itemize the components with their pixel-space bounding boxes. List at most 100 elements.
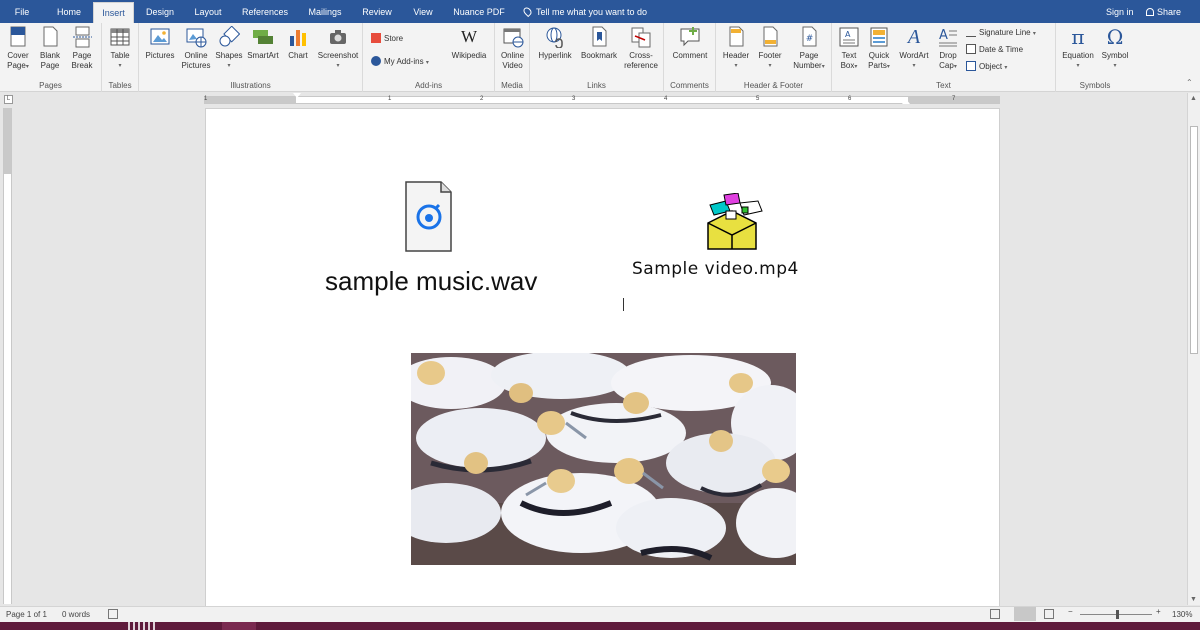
footer-icon — [759, 26, 781, 48]
screenshot-button[interactable]: Screenshot ▾ — [315, 26, 361, 71]
quick-parts-button[interactable]: Quick Parts▾ — [864, 26, 894, 72]
vertical-ruler[interactable] — [3, 108, 12, 604]
cross-reference-icon — [630, 26, 652, 48]
ruler-track: 1 1 2 3 4 5 6 7 — [204, 96, 1000, 104]
tab-mailings[interactable]: Mailings — [302, 0, 348, 23]
tab-design[interactable]: Design — [140, 0, 180, 23]
wordart-button[interactable]: A WordArt ▾ — [895, 26, 933, 71]
tab-nuance-pdf[interactable]: Nuance PDF — [448, 0, 510, 23]
taskbar-word-icon[interactable] — [222, 622, 256, 630]
my-addins-button[interactable]: My Add-ins ▾ — [371, 55, 429, 69]
sign-in-link[interactable]: Sign in — [1106, 0, 1134, 23]
scrollbar-thumb[interactable] — [1190, 126, 1198, 354]
pictures-button[interactable]: Pictures — [143, 26, 177, 61]
group-pages: Cover Page▾ Blank Page Page Break Pages — [0, 23, 102, 92]
tab-file[interactable]: File — [6, 0, 38, 23]
cover-page-icon — [7, 26, 29, 48]
smartart-button[interactable]: SmartArt — [245, 26, 281, 61]
share-button[interactable]: Share — [1146, 0, 1181, 23]
blank-page-icon — [39, 26, 61, 48]
web-layout-icon[interactable] — [1044, 609, 1054, 619]
page-number-button[interactable]: # Page Number▾ — [788, 26, 830, 72]
text-box-icon: A — [838, 26, 860, 48]
cross-reference-button[interactable]: Cross-reference — [621, 26, 661, 71]
tab-review[interactable]: Review — [356, 0, 398, 23]
svg-text:#: # — [806, 34, 814, 44]
taskbar-app-icon[interactable] — [128, 622, 156, 630]
tell-me-search[interactable]: Tell me what you want to do — [521, 0, 647, 23]
chart-button[interactable]: Chart — [283, 26, 313, 61]
collapse-ribbon-icon[interactable]: ⌃ — [1186, 78, 1193, 87]
group-addins: Store My Add-ins ▾ W Wikipedia Add-ins — [363, 23, 495, 92]
read-mode-icon[interactable] — [990, 609, 1000, 619]
hyperlink-icon — [544, 26, 566, 49]
drop-cap-icon: A — [937, 26, 959, 48]
comment-icon — [679, 26, 701, 48]
cover-page-button[interactable]: Cover Page▾ — [3, 26, 33, 72]
text-box-button[interactable]: A Text Box▾ — [834, 26, 864, 72]
online-pictures-button[interactable]: Online Pictures — [179, 26, 213, 71]
proofing-icon[interactable] — [108, 609, 118, 619]
page-number-icon: # — [798, 26, 820, 48]
group-media: Online Video Media — [495, 23, 530, 92]
zoom-in-icon[interactable]: + — [1156, 607, 1161, 616]
page-count[interactable]: Page 1 of 1 — [6, 610, 47, 619]
right-indent-marker[interactable] — [902, 99, 910, 104]
symbol-button[interactable]: Ω Symbol ▾ — [1098, 26, 1132, 71]
chart-icon — [287, 26, 309, 48]
footer-button[interactable]: Footer ▾ — [753, 26, 787, 71]
zoom-out-icon[interactable]: − — [1068, 607, 1073, 616]
signature-line-button[interactable]: Signature Line ▾ — [966, 26, 1036, 40]
store-button[interactable]: Store — [371, 32, 403, 46]
object-button[interactable]: Object ▾ — [966, 60, 1007, 74]
zoom-slider-thumb[interactable] — [1116, 610, 1119, 619]
blank-page-button[interactable]: Blank Page — [35, 26, 65, 71]
shapes-button[interactable]: Shapes ▾ — [214, 25, 244, 71]
group-header-footer: Header ▾ Footer ▾ # Page Number▾ Header & F… — [716, 23, 832, 92]
document-page[interactable]: sample music.wav Sample video.mp4 — [205, 108, 1000, 606]
online-video-button[interactable]: Online Video — [497, 26, 528, 71]
package-icon — [707, 193, 763, 250]
table-icon — [109, 26, 131, 48]
wikipedia-button[interactable]: W Wikipedia — [447, 26, 491, 61]
online-video-icon — [502, 26, 524, 48]
person-icon — [1146, 8, 1154, 16]
first-line-indent-marker[interactable] — [293, 93, 301, 98]
horizontal-ruler[interactable]: L 1 1 2 3 4 5 6 7 — [0, 93, 1200, 107]
header-icon — [725, 26, 747, 48]
wikipedia-icon: W — [460, 27, 478, 46]
table-button[interactable]: Table ▾ — [105, 26, 135, 71]
tab-insert[interactable]: Insert — [93, 2, 134, 23]
header-button[interactable]: Header ▾ — [719, 26, 753, 71]
date-time-button[interactable]: Date & Time — [966, 43, 1023, 57]
tab-selector-icon[interactable]: L — [4, 95, 13, 104]
online-pictures-icon — [185, 26, 207, 48]
scroll-up-icon[interactable]: ▲ — [1190, 95, 1197, 102]
word-count[interactable]: 0 words — [62, 610, 90, 619]
tab-layout[interactable]: Layout — [188, 0, 228, 23]
equation-button[interactable]: π Equation ▾ — [1058, 26, 1098, 71]
store-icon — [371, 33, 381, 43]
hyperlink-button[interactable]: Hyperlink — [534, 26, 576, 61]
screenshot-icon — [327, 26, 349, 48]
group-symbols: π Equation ▾ Ω Symbol ▾ Symbols — [1056, 23, 1134, 92]
tab-view[interactable]: View — [406, 0, 440, 23]
wordart-icon: A — [907, 26, 921, 48]
group-illustrations: Pictures Online Pictures Shapes ▾ SmartArt… — [139, 23, 363, 92]
zoom-level[interactable]: 130% — [1172, 610, 1192, 619]
audio-caption: sample music.wav — [325, 266, 538, 296]
taskbar — [0, 622, 1200, 630]
drop-cap-button[interactable]: A Drop Cap▾ — [933, 26, 963, 72]
tab-home[interactable]: Home — [50, 0, 88, 23]
scroll-down-icon[interactable]: ▼ — [1190, 596, 1197, 603]
tab-references[interactable]: References — [236, 0, 294, 23]
vertical-scrollbar[interactable]: ▲ ▼ — [1187, 93, 1200, 605]
gannets-photo[interactable] — [411, 353, 796, 565]
calendar-icon — [966, 44, 976, 54]
bookmark-button[interactable]: Bookmark — [578, 26, 620, 61]
page-break-button[interactable]: Page Break — [67, 26, 97, 71]
comment-button[interactable]: Comment — [668, 26, 712, 61]
pictures-icon — [149, 26, 171, 48]
group-comments: Comment Comments — [664, 23, 716, 92]
print-layout-icon[interactable] — [1014, 607, 1036, 621]
